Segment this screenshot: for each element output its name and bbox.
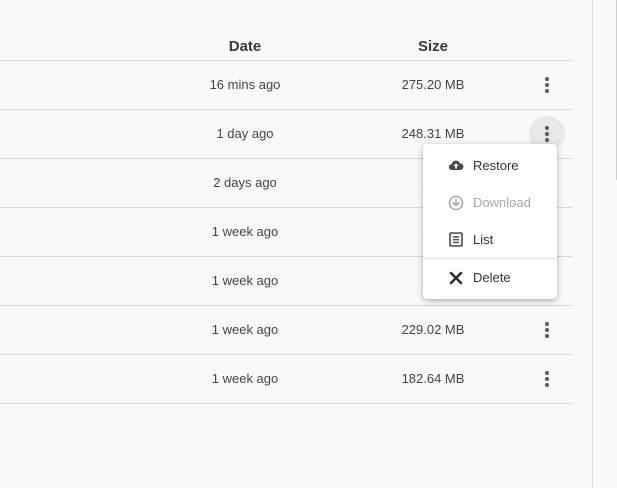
table-row[interactable]: 1 week ago 182.64 MB [0,355,572,404]
menu-item-label: List [473,232,494,247]
menu-item-label: Delete [473,270,511,285]
more-vertical-icon [544,125,550,143]
row-date: 1 week ago [211,224,279,239]
more-vertical-icon [544,321,550,339]
column-header-date[interactable]: Date [195,38,295,55]
table-row[interactable]: 1 week ago 229.02 MB [0,306,572,355]
row-date: 1 week ago [211,322,279,337]
more-vertical-icon [544,370,550,388]
row-actions-button[interactable] [529,361,565,397]
download-circle-icon [448,195,464,211]
side-panel-edge [592,0,617,488]
menu-item-label: Restore [473,158,519,173]
row-size: 182.64 MB [401,371,465,386]
backups-page: Date Size 16 mins ago 275.20 MB 1 day ag… [0,0,617,488]
column-header-size[interactable]: Size [383,38,483,55]
list-icon [448,232,464,248]
row-date: 16 mins ago [209,77,281,92]
row-size: 248.31 MB [401,126,465,141]
menu-item-download[interactable]: Download [423,184,557,221]
row-actions-button[interactable] [529,67,565,103]
menu-item-label: Download [473,195,531,210]
table-header: Date Size [0,28,572,61]
menu-item-delete[interactable]: Delete [423,259,557,296]
more-vertical-icon [544,76,550,94]
row-actions-button[interactable] [529,312,565,348]
table-row[interactable]: 16 mins ago 275.20 MB [0,61,572,110]
row-date: 2 days ago [213,175,277,190]
cloud-restore-icon [448,158,464,174]
row-size: 275.20 MB [401,77,465,92]
row-date: 1 day ago [216,126,274,141]
menu-item-restore[interactable]: Restore [423,147,557,184]
row-size: 229.02 MB [401,322,465,337]
row-date: 1 week ago [211,371,279,386]
row-date: 1 week ago [211,273,279,288]
close-x-icon [448,270,464,286]
row-context-menu: Restore Download List Delete [423,144,557,299]
menu-item-list[interactable]: List [423,221,557,258]
